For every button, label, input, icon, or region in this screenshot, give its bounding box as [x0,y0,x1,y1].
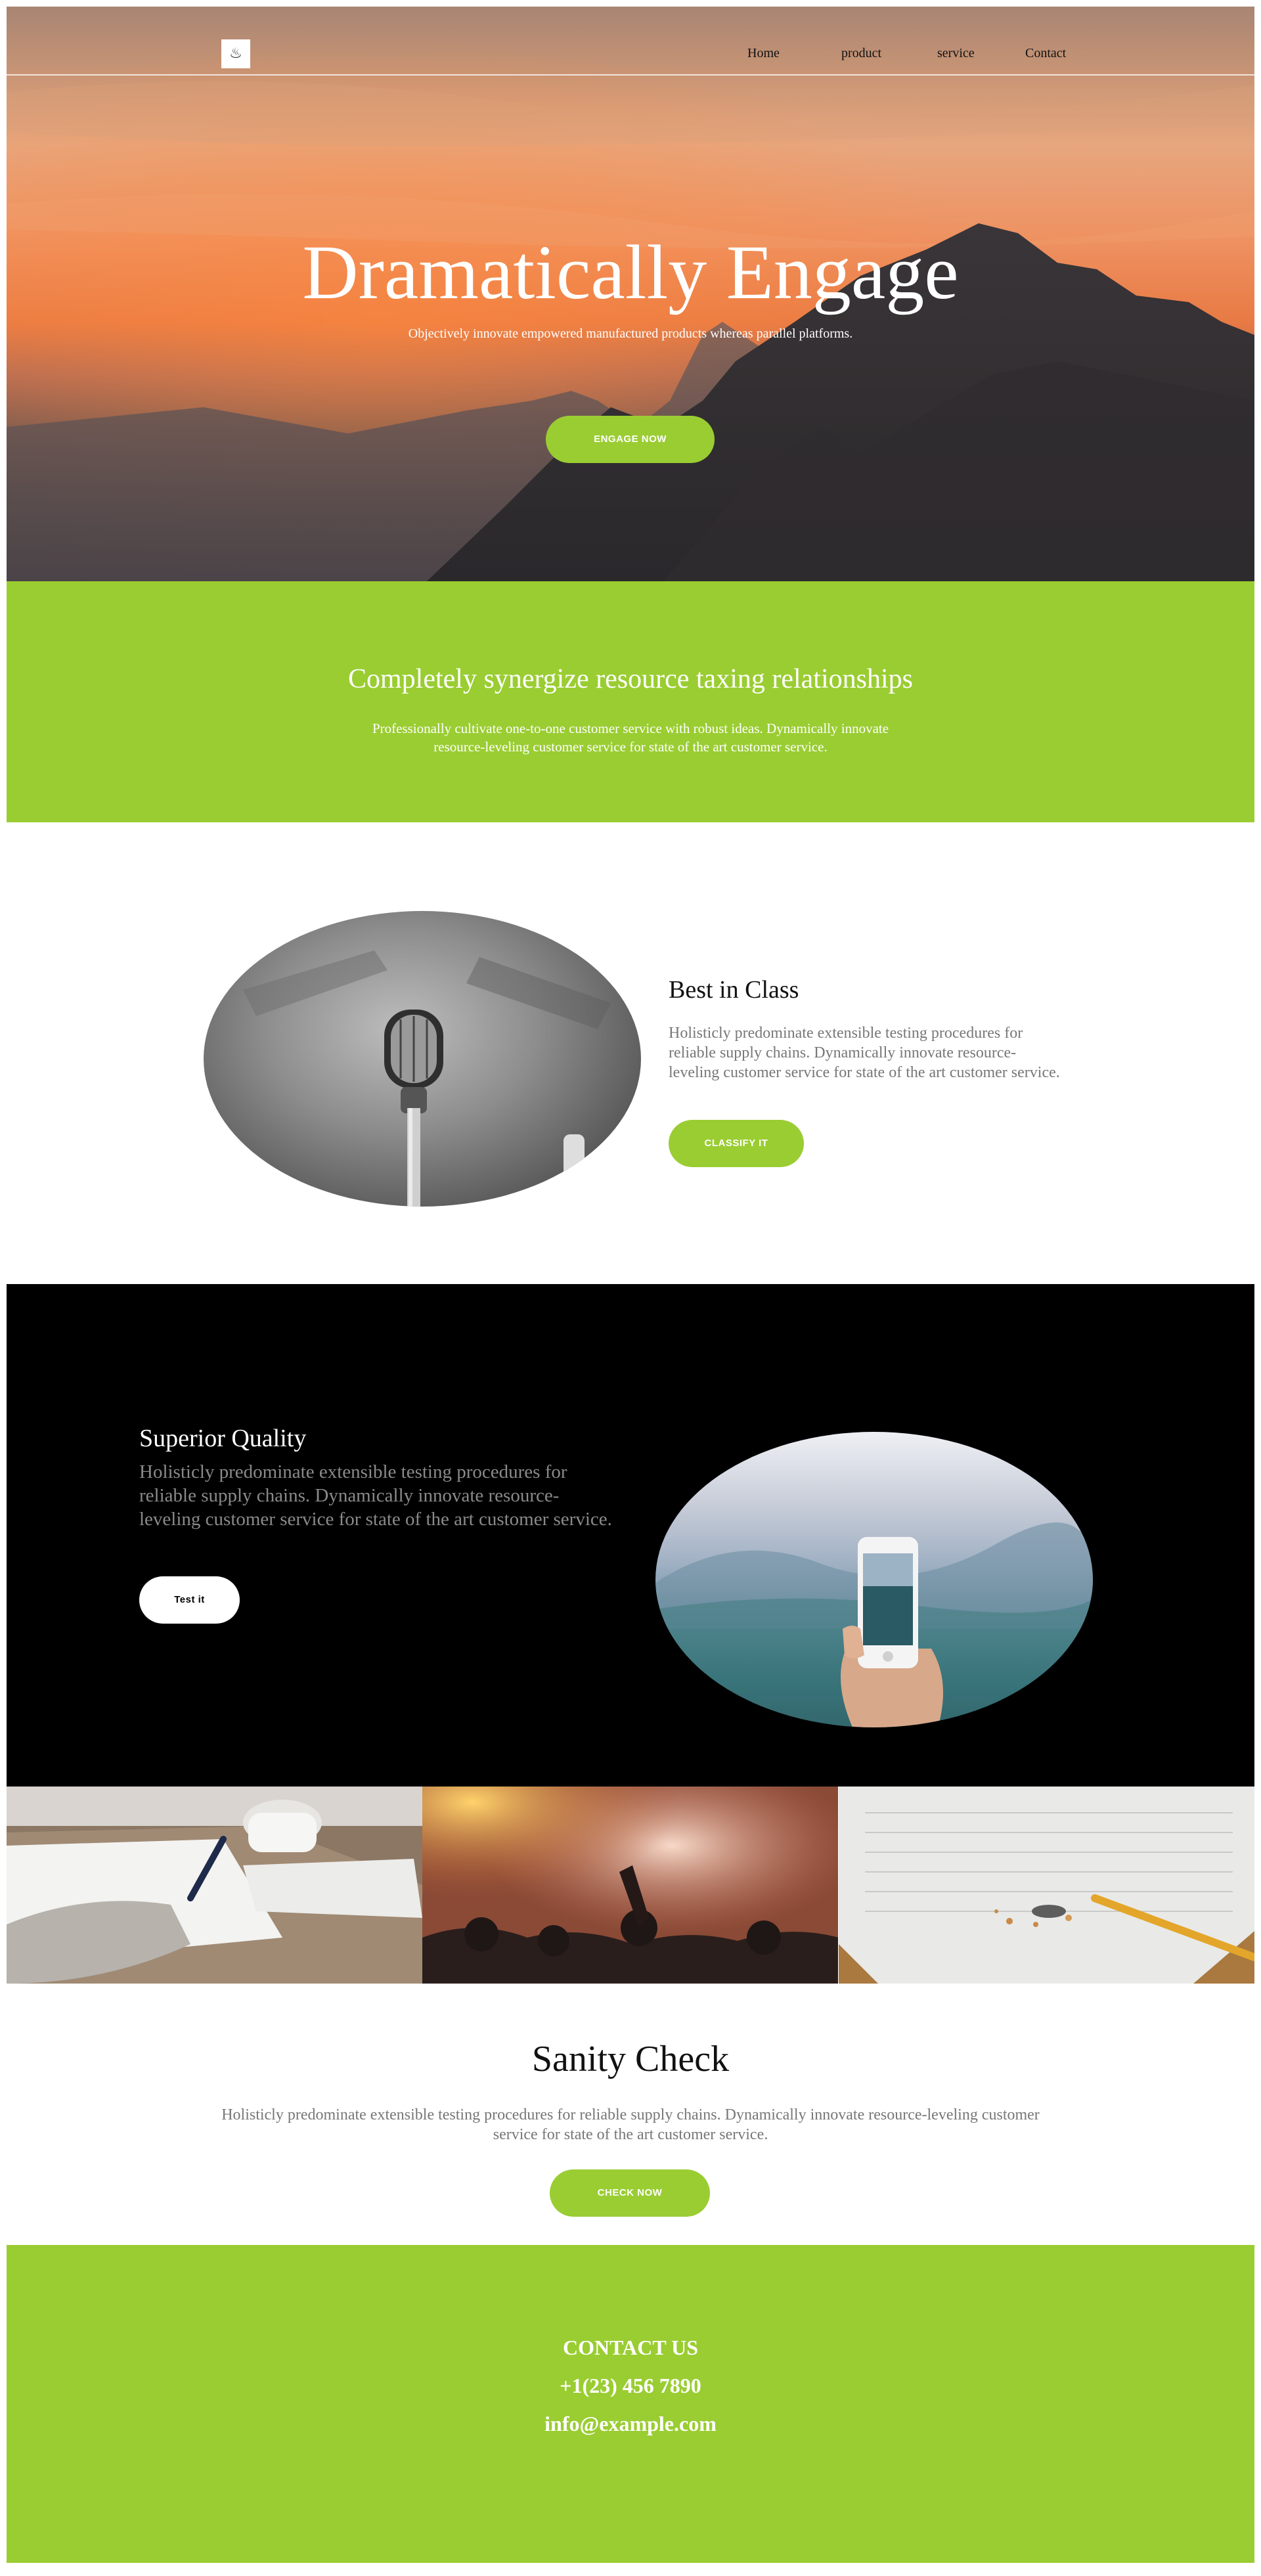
sanity-check-text: Holisticly predominate extensible testin… [221,2106,1040,2143]
superior-quality-text: Holisticly predominate extensible testin… [139,1461,612,1530]
logo[interactable]: ♨ [221,39,250,68]
microphone-image [204,911,641,1207]
nav-item-home[interactable]: Home [747,46,780,61]
test-it-button[interactable]: Test it [139,1576,240,1624]
site-frame: ♨ Home product service Contact Dramatica… [7,7,1254,2563]
hero-subtitle: Objectively innovate empowered manufactu… [408,326,853,341]
contact-heading: CONTACT US [563,2336,698,2359]
intro-title: Completely synergize resource taxing rel… [348,664,913,694]
nav-divider [7,74,1254,76]
classify-it-button[interactable]: CLASSIFY IT [669,1120,804,1167]
gallery-concert-image [422,1787,838,1984]
intro-band: Completely synergize resource taxing rel… [7,581,1254,822]
hero-section: ♨ Home product service Contact Dramatica… [7,7,1254,581]
image-gallery [7,1787,1254,1984]
gallery-notebook-image [839,1787,1254,1984]
intro-text: Professionally cultivate one-to-one cust… [372,721,889,755]
engage-now-button[interactable]: ENGAGE NOW [546,416,715,463]
logo-icon: ♨ [229,45,242,62]
nav-item-service[interactable]: service [937,46,975,61]
hero-title: Dramatically Engage [302,229,959,315]
superior-quality-title: Superior Quality [139,1425,307,1452]
page: ♨ Home product service Contact Dramatica… [0,0,1261,2576]
main-nav: Home product service Contact [716,46,1084,66]
feature-superior-quality: Superior Quality Holisticly predominate … [7,1284,1254,1787]
best-in-class-title: Best in Class [669,976,799,1004]
contact-email[interactable]: info@example.com [7,2412,1254,2436]
contact-phone[interactable]: +1(23) 456 7890 [7,2374,1254,2398]
check-now-button[interactable]: CHECK NOW [550,2169,710,2217]
best-in-class-text: Holisticly predominate extensible testin… [669,1025,1060,1081]
contact-section: CONTACT US +1(23) 456 7890 info@example.… [7,2245,1254,2563]
nav-item-product[interactable]: product [841,46,881,61]
gallery-writing-image [7,1787,422,1984]
phone-lake-image [655,1432,1093,1727]
nav-item-contact[interactable]: Contact [1025,46,1066,61]
sanity-check-title: Sanity Check [531,2039,730,2079]
